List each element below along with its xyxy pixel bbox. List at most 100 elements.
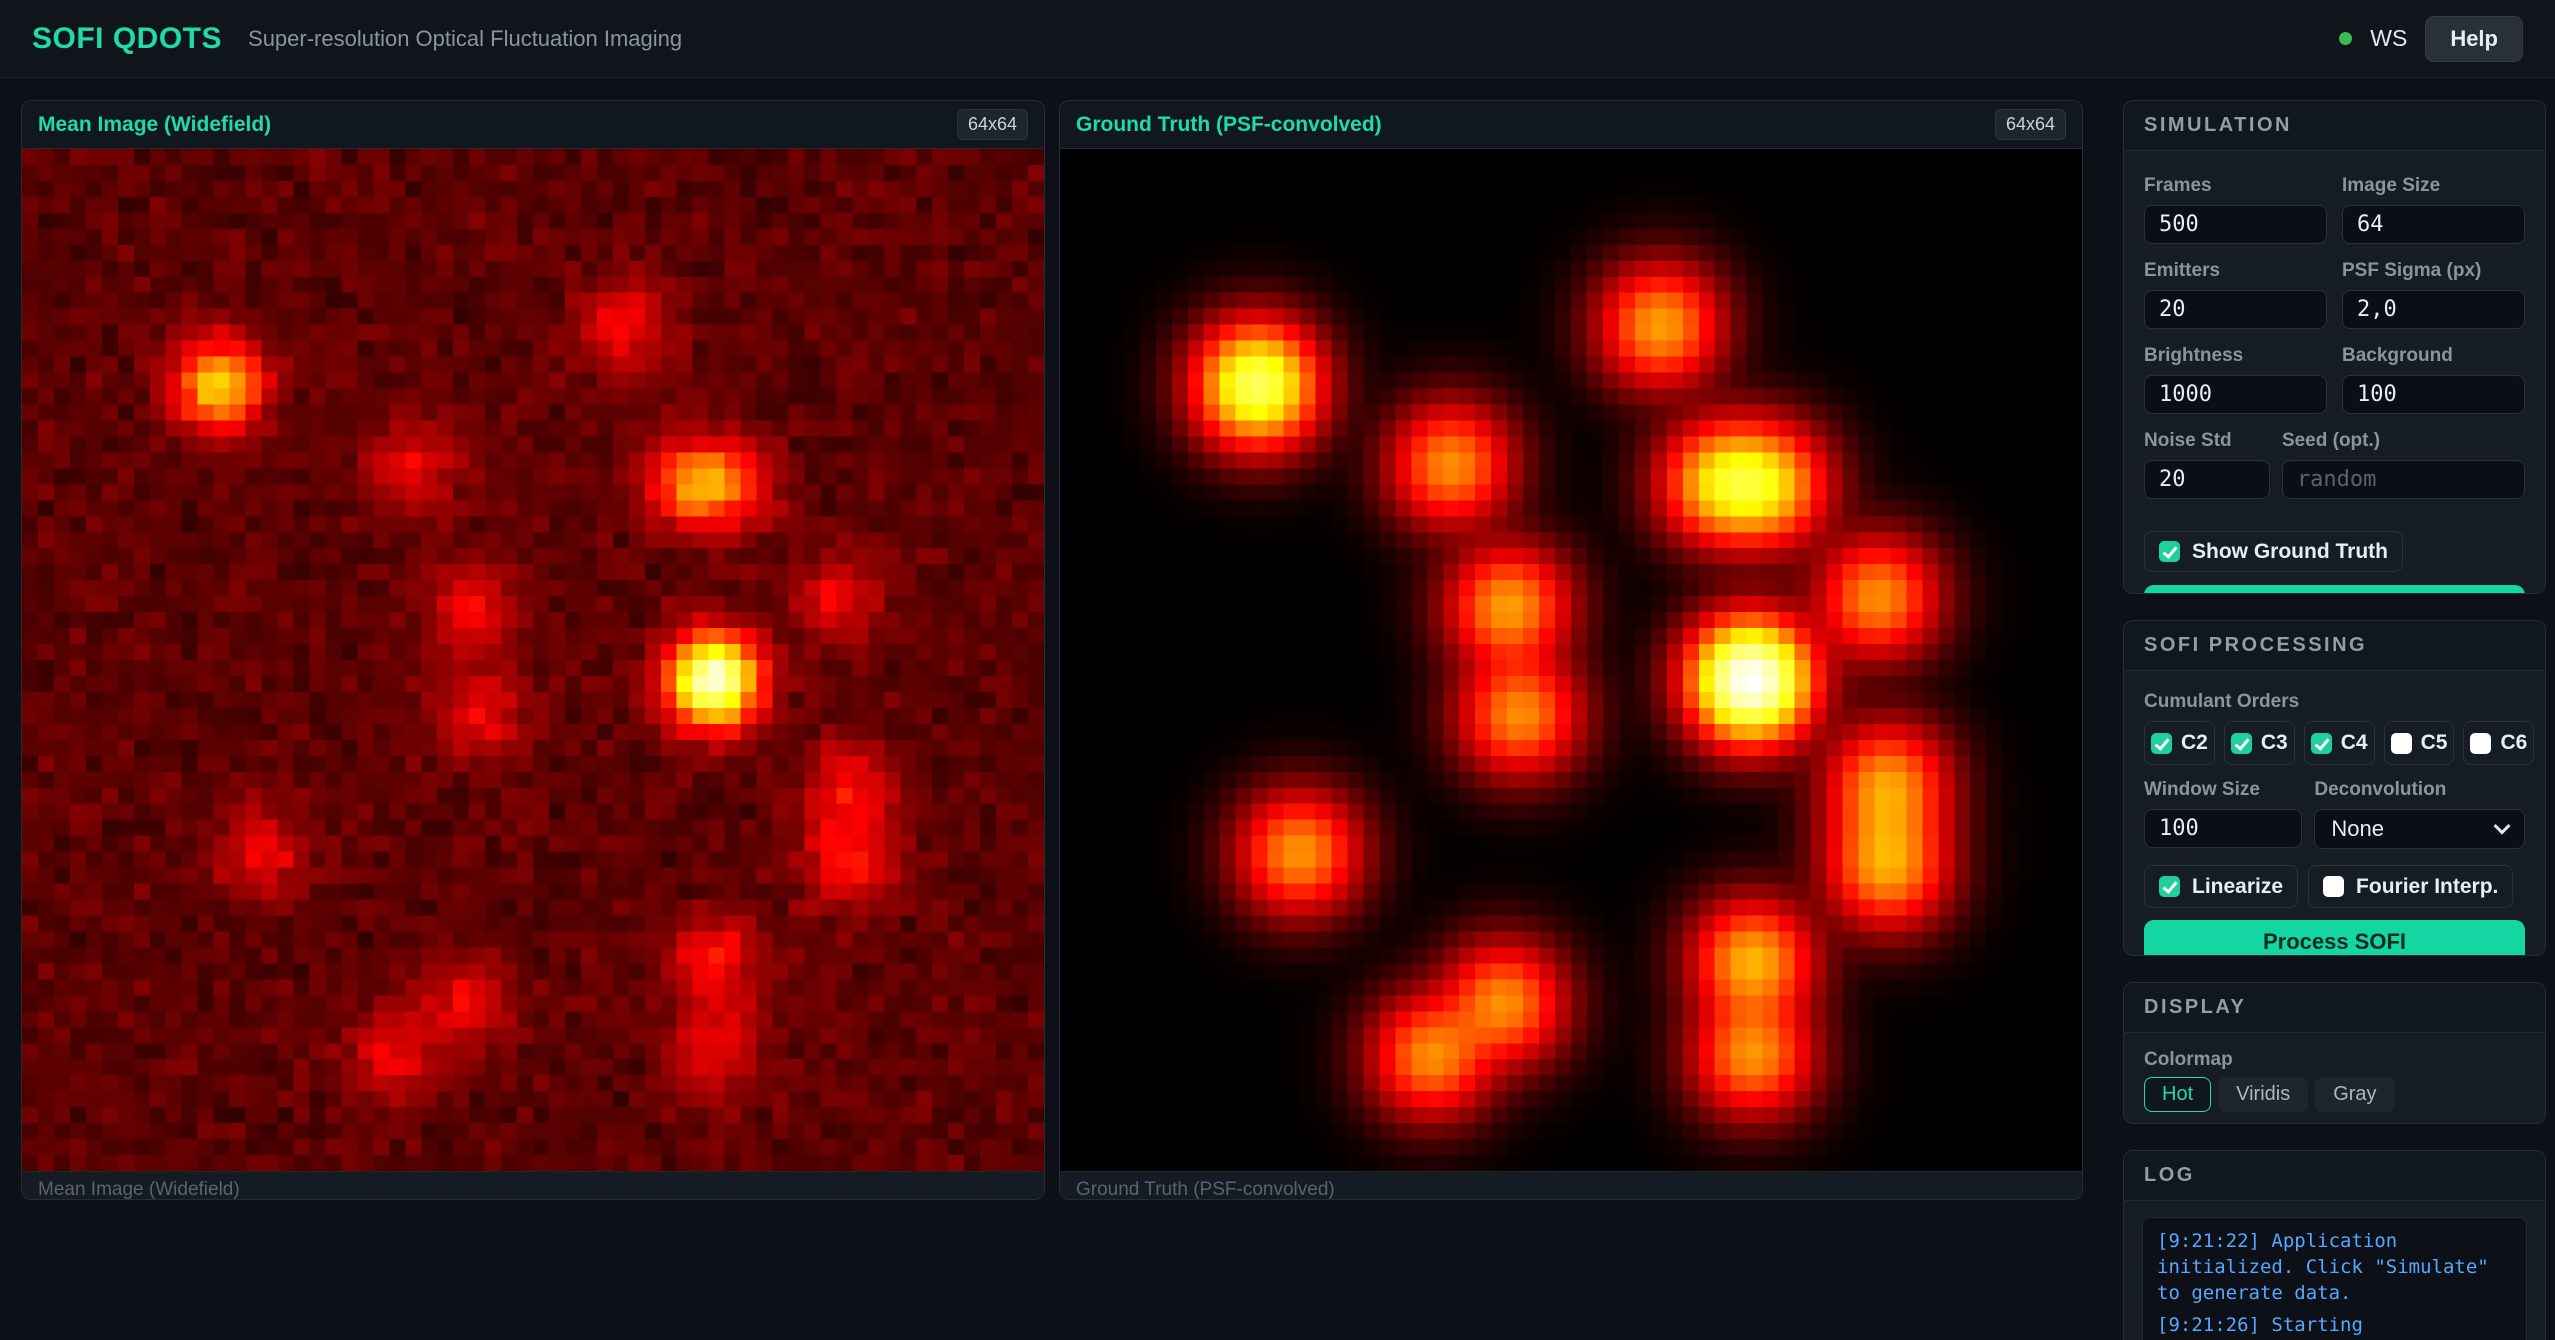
ground-truth-canvas <box>1060 149 2082 1171</box>
cumulant-c3-label: C3 <box>2261 731 2288 755</box>
cumulant-c4-checkbox-icon[interactable] <box>2311 733 2332 754</box>
show-ground-truth-checkbox-icon[interactable] <box>2159 541 2180 562</box>
cumulant-orders-label: Cumulant Orders <box>2144 691 2525 713</box>
linearize-toggle[interactable]: Linearize <box>2144 865 2298 908</box>
display-panel-title: DISPLAY <box>2124 983 2545 1033</box>
log-panel: LOG [9:21:22] Application initialized. C… <box>2123 1150 2546 1340</box>
image-size-label: Image Size <box>2342 175 2525 197</box>
cumulant-orders-row: C2 C3 C4 C5 <box>2144 721 2525 765</box>
colormap-gray-button[interactable]: Gray <box>2315 1077 2394 1112</box>
background-input[interactable] <box>2342 375 2525 414</box>
show-ground-truth-toggle[interactable]: Show Ground Truth <box>2144 531 2403 572</box>
frames-label: Frames <box>2144 175 2327 197</box>
window-size-label: Window Size <box>2144 779 2302 801</box>
deconvolution-selected-value: None <box>2331 816 2384 842</box>
colormap-viridis-button[interactable]: Viridis <box>2218 1077 2308 1112</box>
background-label: Background <box>2342 345 2525 367</box>
header-right: WS Help <box>2339 16 2523 62</box>
simulation-panel-title: SIMULATION <box>2124 101 2545 151</box>
frames-input[interactable] <box>2144 205 2327 244</box>
mean-image-panel-header: Mean Image (Widefield) 64x64 <box>22 101 1044 149</box>
status-dot-icon <box>2339 32 2352 45</box>
simulation-row-2: Emitters PSF Sigma (px) <box>2144 260 2525 329</box>
cumulant-c5-label: C5 <box>2421 731 2448 755</box>
cumulant-c2-toggle[interactable]: C2 <box>2144 721 2215 765</box>
ground-truth-size-badge: 64x64 <box>1995 109 2066 140</box>
cumulant-c4-label: C4 <box>2341 731 2368 755</box>
ground-truth-viewport <box>1060 149 2082 1171</box>
cumulant-c6-checkbox-icon[interactable] <box>2470 733 2491 754</box>
process-sofi-button[interactable]: Process SOFI <box>2144 920 2525 956</box>
mean-image-size-badge: 64x64 <box>957 109 1028 140</box>
sofi-processing-panel: SOFI PROCESSING Cumulant Orders C2 C3 C4 <box>2123 620 2546 956</box>
simulation-panel-body: Frames Image Size Emitters PSF Sigma (px… <box>2124 151 2545 594</box>
cumulant-c6-toggle[interactable]: C6 <box>2463 721 2534 765</box>
log-output[interactable]: [9:21:22] Application initialized. Click… <box>2142 1217 2527 1340</box>
sofi-options-row: Linearize Fourier Interp. <box>2144 865 2525 908</box>
colormap-hot-button[interactable]: Hot <box>2144 1077 2211 1112</box>
cumulant-c5-toggle[interactable]: C5 <box>2384 721 2455 765</box>
cumulant-c5-checkbox-icon[interactable] <box>2391 733 2412 754</box>
emitters-input[interactable] <box>2144 290 2327 329</box>
mean-image-viewport <box>22 149 1044 1171</box>
help-button[interactable]: Help <box>2425 16 2523 62</box>
cumulant-c3-toggle[interactable]: C3 <box>2224 721 2295 765</box>
display-panel-body: Colormap Hot Viridis Gray <box>2124 1033 2545 1124</box>
log-entry: [9:21:22] Application initialized. Click… <box>2157 1228 2512 1306</box>
log-panel-title: LOG <box>2124 1151 2545 1201</box>
colormap-label: Colormap <box>2144 1049 2525 1071</box>
main-content: Mean Image (Widefield) 64x64 Mean Image … <box>0 78 2555 1340</box>
mean-image-canvas <box>22 149 1044 1171</box>
simulate-button[interactable]: Simulate <box>2144 585 2525 594</box>
noise-std-label: Noise Std <box>2144 430 2270 452</box>
control-sidebar: SIMULATION Frames Image Size Emitters <box>2123 100 2546 1340</box>
cumulant-c3-checkbox-icon[interactable] <box>2231 733 2252 754</box>
emitters-label: Emitters <box>2144 260 2327 282</box>
simulation-row-1: Frames Image Size <box>2144 175 2525 244</box>
ground-truth-caption: Ground Truth (PSF-convolved) <box>1060 1171 2082 1200</box>
fourier-interp-toggle[interactable]: Fourier Interp. <box>2308 865 2513 908</box>
linearize-label: Linearize <box>2192 875 2283 899</box>
websocket-status-label: WS <box>2370 25 2407 52</box>
window-size-input[interactable] <box>2144 809 2302 848</box>
ground-truth-panel: Ground Truth (PSF-convolved) 64x64 Groun… <box>1059 100 2083 1200</box>
linearize-checkbox-icon[interactable] <box>2159 876 2180 897</box>
cumulant-c2-label: C2 <box>2181 731 2208 755</box>
fourier-interp-checkbox-icon[interactable] <box>2323 876 2344 897</box>
log-panel-body: [9:21:22] Application initialized. Click… <box>2124 1201 2545 1340</box>
noise-std-input[interactable] <box>2144 460 2270 499</box>
simulation-panel: SIMULATION Frames Image Size Emitters <box>2123 100 2546 594</box>
show-ground-truth-label: Show Ground Truth <box>2192 540 2388 564</box>
log-entry: [9:21:26] Starting simulation... <box>2157 1312 2512 1340</box>
cumulant-c2-checkbox-icon[interactable] <box>2151 733 2172 754</box>
cumulant-c6-label: C6 <box>2500 731 2527 755</box>
app-title: SOFI QDOTS <box>32 22 222 56</box>
app-header: SOFI QDOTS Super-resolution Optical Fluc… <box>0 0 2555 78</box>
psf-sigma-label: PSF Sigma (px) <box>2342 260 2525 282</box>
simulation-row-4: Noise Std Seed (opt.) <box>2144 430 2525 499</box>
chevron-down-icon <box>2494 818 2511 835</box>
sofi-row-2: Window Size Deconvolution None <box>2144 779 2525 849</box>
fourier-interp-label: Fourier Interp. <box>2356 875 2498 899</box>
image-size-input[interactable] <box>2342 205 2525 244</box>
mean-image-title: Mean Image (Widefield) <box>38 113 271 137</box>
sofi-panel-title: SOFI PROCESSING <box>2124 621 2545 671</box>
colormap-button-group: Hot Viridis Gray <box>2144 1077 2525 1112</box>
seed-label: Seed (opt.) <box>2282 430 2525 452</box>
ground-truth-panel-header: Ground Truth (PSF-convolved) 64x64 <box>1060 101 2082 149</box>
mean-image-caption: Mean Image (Widefield) <box>22 1171 1044 1200</box>
psf-sigma-input[interactable] <box>2342 290 2525 329</box>
brightness-input[interactable] <box>2144 375 2327 414</box>
simulation-row-3: Brightness Background <box>2144 345 2525 414</box>
brightness-label: Brightness <box>2144 345 2327 367</box>
sofi-panel-body: Cumulant Orders C2 C3 C4 <box>2124 671 2545 956</box>
deconvolution-select[interactable]: None <box>2314 809 2525 849</box>
seed-input[interactable] <box>2282 460 2525 499</box>
ground-truth-title: Ground Truth (PSF-convolved) <box>1076 113 1382 137</box>
mean-image-panel: Mean Image (Widefield) 64x64 Mean Image … <box>21 100 1045 1200</box>
deconvolution-label: Deconvolution <box>2314 779 2525 801</box>
cumulant-c4-toggle[interactable]: C4 <box>2304 721 2375 765</box>
display-panel: DISPLAY Colormap Hot Viridis Gray <box>2123 982 2546 1124</box>
app-subtitle: Super-resolution Optical Fluctuation Ima… <box>248 26 682 52</box>
viewer-row: Mean Image (Widefield) 64x64 Mean Image … <box>21 100 2083 1340</box>
